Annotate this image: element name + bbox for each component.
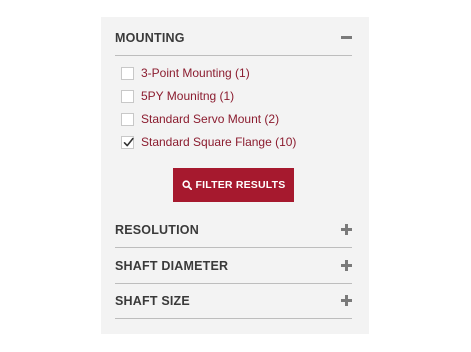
shaft-diameter-header[interactable]: SHAFT DIAMETER (115, 248, 352, 284)
shaft-diameter-title: SHAFT DIAMETER (115, 259, 229, 273)
plus-icon[interactable] (341, 260, 352, 271)
option-standard-servo-mount[interactable]: Standard Servo Mount (2) (115, 111, 352, 134)
checkbox[interactable] (121, 90, 134, 103)
resolution-title: RESOLUTION (115, 223, 199, 237)
mounting-title: MOUNTING (115, 31, 185, 45)
shaft-size-header[interactable]: SHAFT SIZE (115, 283, 352, 319)
option-5py-mounting[interactable]: 5PY Mounitng (1) (115, 88, 352, 111)
checkmark-icon (123, 137, 134, 147)
plus-icon[interactable] (341, 224, 352, 235)
mounting-section: MOUNTING (115, 20, 352, 56)
option-label: 5PY Mounitng (1) (141, 89, 235, 103)
checkbox[interactable] (121, 113, 134, 126)
search-icon (181, 180, 192, 190)
option-label: Standard Square Flange (10) (141, 135, 297, 149)
shaft-size-title: SHAFT SIZE (115, 294, 190, 308)
checkbox[interactable] (121, 67, 134, 80)
option-standard-square-flange[interactable]: Standard Square Flange (10) (115, 134, 352, 157)
option-label: 3-Point Mounting (1) (141, 66, 250, 80)
shaft-diameter-section: SHAFT DIAMETER (115, 248, 352, 284)
option-3-point-mounting[interactable]: 3-Point Mounting (1) (115, 65, 352, 88)
checkbox-checked[interactable] (121, 136, 134, 149)
resolution-section: RESOLUTION (115, 212, 352, 248)
mounting-header[interactable]: MOUNTING (115, 20, 352, 56)
minus-icon[interactable] (341, 32, 352, 43)
filter-results-label: FILTER RESULTS (195, 179, 286, 191)
plus-icon[interactable] (341, 295, 352, 306)
option-label: Standard Servo Mount (2) (141, 112, 280, 126)
resolution-header[interactable]: RESOLUTION (115, 212, 352, 248)
filter-panel: MOUNTING 3-Point Mounting (1) 5PY Mounit… (101, 17, 369, 334)
mounting-options: 3-Point Mounting (1) 5PY Mounitng (1) St… (115, 65, 352, 202)
shaft-size-section: SHAFT SIZE (115, 283, 352, 319)
filter-results-button[interactable]: FILTER RESULTS (173, 168, 294, 202)
